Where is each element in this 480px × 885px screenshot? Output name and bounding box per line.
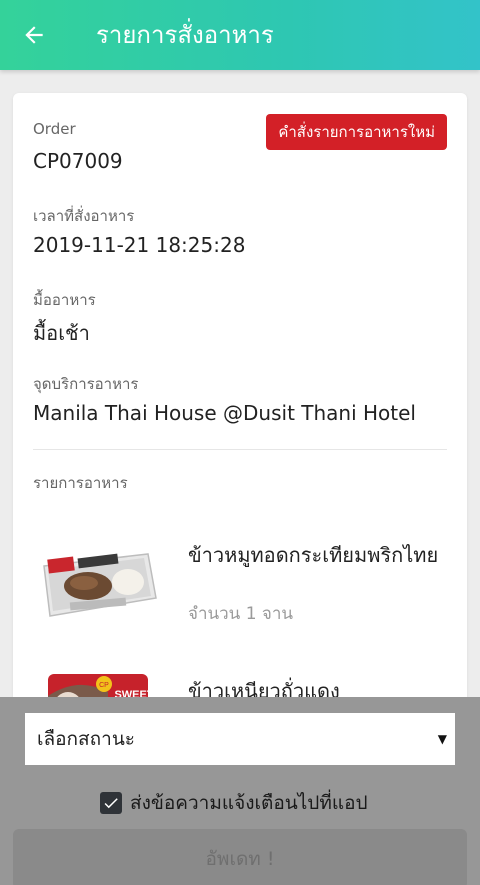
notify-app-checkbox[interactable] [100, 792, 122, 814]
meal-value: มื้อเช้า [33, 321, 90, 345]
app-bar: รายการสั่งอาหาร [0, 0, 480, 70]
status-select-value: เลือกสถานะ [37, 728, 136, 750]
order-time-label: เวลาที่สั่งอาหาร [33, 207, 135, 225]
divider [33, 449, 447, 450]
location-label: จุดบริการอาหาร [33, 375, 139, 393]
food-name: ข้าวหมูทอดกระเทียมพริกไทย [188, 543, 439, 567]
checkmark-icon [104, 798, 118, 809]
order-id: CP07009 [33, 149, 123, 173]
notify-app-checkbox-row[interactable]: ส่งข้อความแจ้งเตือนไปที่แอป [100, 788, 368, 818]
page-title: รายการสั่งอาหาร [96, 21, 274, 49]
status-update-panel: เลือกสถานะ ▼ ส่งข้อความแจ้งเตือนไปที่แอป… [0, 697, 480, 885]
meal-label: มื้ออาหาร [33, 291, 96, 309]
notify-app-label: ส่งข้อความแจ้งเตือนไปที่แอป [130, 792, 368, 814]
status-select[interactable]: เลือกสถานะ ▼ [25, 713, 455, 765]
svg-text:CP: CP [99, 682, 109, 689]
order-card: Order คำสั่งรายการอาหารใหม่ CP07009 เวลา… [13, 93, 467, 713]
dropdown-arrow-icon: ▼ [437, 732, 447, 746]
location-value: Manila Thai House @Dusit Thani Hotel [33, 401, 416, 425]
food-image [43, 553, 157, 617]
back-button[interactable] [16, 17, 52, 53]
status-badge: คำสั่งรายการอาหารใหม่ [266, 114, 447, 150]
arrow-left-icon [25, 26, 43, 44]
order-time-value: 2019-11-21 18:25:28 [33, 233, 246, 257]
food-quantity: จำนวน 1 จาน [188, 604, 294, 624]
items-label: รายการอาหาร [33, 474, 128, 492]
order-label: Order [33, 120, 76, 138]
update-button[interactable]: อัพเดท ! [13, 829, 467, 885]
